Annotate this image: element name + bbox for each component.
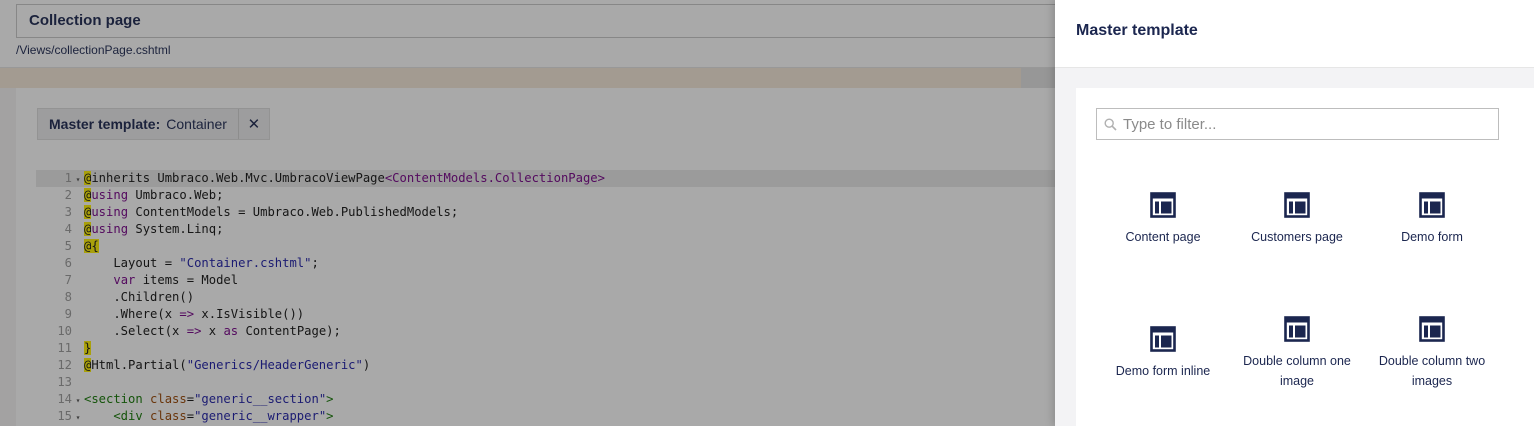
template-layout-icon bbox=[1150, 326, 1176, 352]
template-item-label: Demo form inline bbox=[1115, 364, 1211, 378]
template-layout-icon bbox=[1284, 316, 1310, 342]
filter-input[interactable] bbox=[1123, 110, 1493, 138]
template-item-demo-form-inline[interactable]: Demo form inline bbox=[1096, 326, 1230, 426]
template-layout-icon bbox=[1284, 192, 1310, 218]
template-layout-icon bbox=[1150, 192, 1176, 218]
template-item-double-column-one-image[interactable]: Double column one image bbox=[1230, 316, 1364, 426]
template-item-content-page[interactable]: Content page bbox=[1096, 192, 1230, 302]
template-item-label: Content page bbox=[1125, 230, 1201, 244]
template-layout-icon bbox=[1419, 192, 1445, 218]
template-layout-icon bbox=[1419, 316, 1445, 342]
template-item-demo-form[interactable]: Demo form bbox=[1365, 192, 1499, 302]
template-item-label: Demo form bbox=[1401, 230, 1463, 244]
template-item-label: Customers page bbox=[1251, 230, 1343, 244]
modal-backdrop[interactable] bbox=[0, 0, 1055, 426]
dialog-body: Content page Customers page Demo form De… bbox=[1076, 88, 1534, 426]
template-item-label: Double column one image bbox=[1243, 354, 1351, 388]
filter-box[interactable] bbox=[1096, 108, 1499, 140]
dialog-header: Master template bbox=[1055, 0, 1534, 68]
template-item-customers-page[interactable]: Customers page bbox=[1230, 192, 1364, 302]
search-icon bbox=[1097, 109, 1123, 139]
master-template-dialog: Master template Content page Customers p… bbox=[1055, 0, 1534, 426]
dialog-title: Master template bbox=[1076, 22, 1198, 39]
template-item-double-column-two-images[interactable]: Double column two images bbox=[1365, 316, 1499, 426]
template-item-label: Double column two images bbox=[1378, 354, 1486, 388]
